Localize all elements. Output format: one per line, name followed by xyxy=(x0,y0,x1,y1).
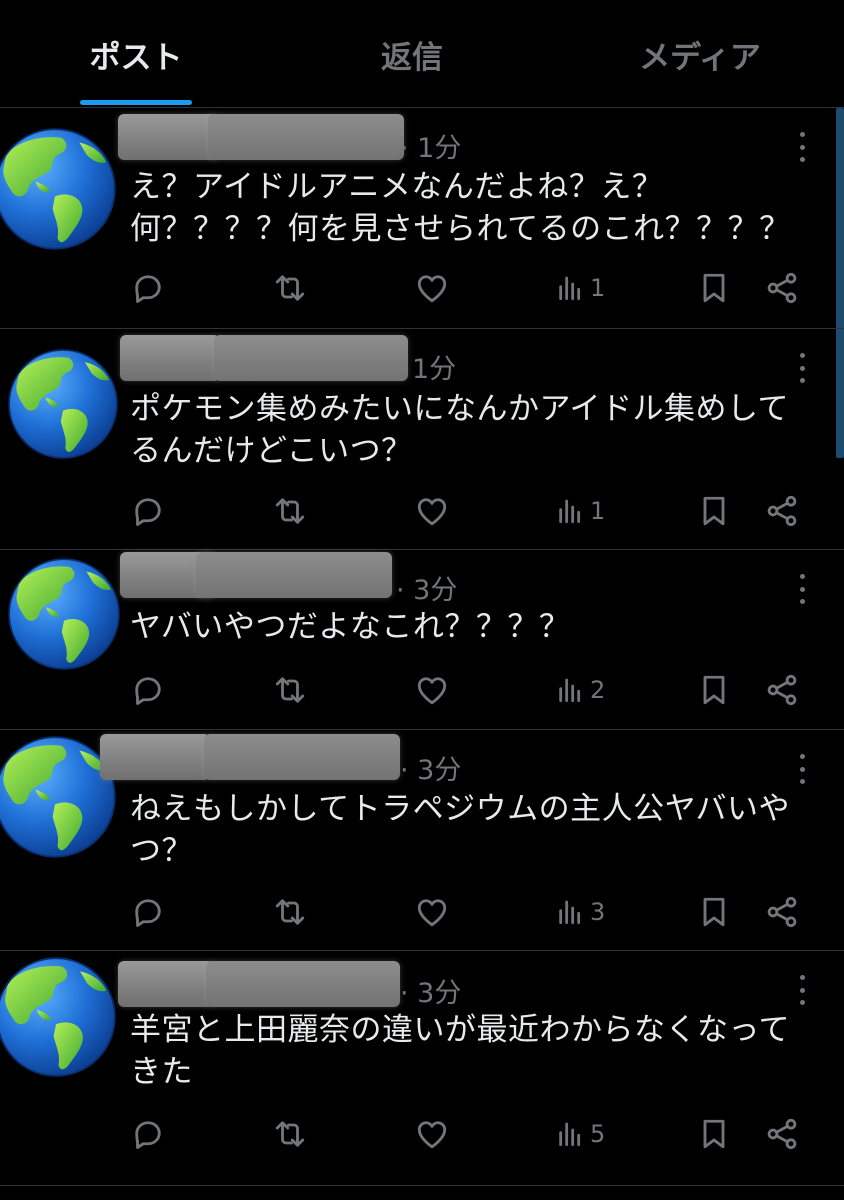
views-count: 1 xyxy=(590,497,606,525)
redacted-username xyxy=(196,552,392,598)
active-tab-indicator xyxy=(80,100,192,105)
reply-icon[interactable] xyxy=(130,892,166,932)
post-actions: 3 xyxy=(0,892,844,932)
heart-icon[interactable] xyxy=(414,892,450,932)
tab-posts-label: ポスト xyxy=(89,39,183,76)
views-count: 1 xyxy=(590,274,606,302)
avatar-globe-icon[interactable] xyxy=(0,736,116,858)
repost-icon[interactable] xyxy=(272,670,308,710)
more-icon[interactable] xyxy=(796,574,808,604)
post-text: 羊宮と上田麗奈の違いが最近わからなくなって きた xyxy=(130,1012,790,1090)
post-actions: 1 xyxy=(0,268,844,308)
post-timestamp[interactable]: 1分 xyxy=(412,347,456,386)
redacted-display-name xyxy=(100,734,210,780)
analytics-icon xyxy=(554,674,586,706)
reply-icon[interactable] xyxy=(130,670,166,710)
post-timestamp[interactable]: · 3分 xyxy=(400,971,461,1010)
avatar-globe-icon[interactable] xyxy=(8,349,118,459)
bookmark-icon[interactable] xyxy=(696,491,732,531)
repost-icon[interactable] xyxy=(272,268,308,308)
avatar-globe-icon[interactable] xyxy=(8,558,120,670)
redacted-username xyxy=(214,335,408,381)
post-text: ねえもしかしてトラペジウムの主人公ヤバいや つ？ xyxy=(130,791,790,869)
post-timestamp[interactable]: · 3分 xyxy=(400,748,461,787)
more-icon[interactable] xyxy=(796,132,808,162)
heart-icon[interactable] xyxy=(414,491,450,531)
views-count: 2 xyxy=(590,676,606,704)
more-icon[interactable] xyxy=(796,975,808,1005)
post-actions: 5 xyxy=(0,1114,844,1154)
analytics-icon xyxy=(554,495,586,527)
share-icon[interactable] xyxy=(764,670,800,710)
share-icon[interactable] xyxy=(764,1114,800,1154)
post-timestamp[interactable]: · 1分 xyxy=(400,126,461,165)
share-icon[interactable] xyxy=(764,892,800,932)
redacted-display-name xyxy=(120,335,220,381)
post-actions: 1 xyxy=(0,491,844,531)
views-button[interactable]: 1 xyxy=(554,268,605,308)
redacted-display-name xyxy=(118,114,218,160)
heart-icon[interactable] xyxy=(414,1114,450,1154)
profile-tabs: ポスト 返信 メディア xyxy=(0,0,844,108)
bookmark-icon[interactable] xyxy=(696,1114,732,1154)
repost-icon[interactable] xyxy=(272,892,308,932)
tab-media[interactable]: メディア xyxy=(600,0,800,108)
post-card[interactable]: · 3分 ねえもしかしてトラペジウムの主人公ヤバいや つ？ 3 xyxy=(0,730,844,951)
heart-icon[interactable] xyxy=(414,670,450,710)
views-button[interactable]: 2 xyxy=(554,670,605,710)
reply-icon[interactable] xyxy=(130,491,166,531)
post-text: ヤバいやつだよなこれ？？？？ xyxy=(130,609,571,645)
reply-icon[interactable] xyxy=(130,268,166,308)
redacted-username xyxy=(204,734,400,780)
share-icon[interactable] xyxy=(764,268,800,308)
redacted-username xyxy=(206,961,400,1007)
post-actions: 2 xyxy=(0,670,844,710)
post-card[interactable]: · 3分 ヤバいやつだよなこれ？？？？ 2 xyxy=(0,550,844,730)
post-timestamp[interactable]: · 3分 xyxy=(396,568,457,607)
redacted-display-name xyxy=(118,961,214,1007)
repost-icon[interactable] xyxy=(272,1114,308,1154)
bookmark-icon[interactable] xyxy=(696,670,732,710)
views-count: 5 xyxy=(590,1120,606,1148)
tab-media-label: メディア xyxy=(639,39,761,76)
views-button[interactable]: 3 xyxy=(554,892,605,932)
analytics-icon xyxy=(554,272,586,304)
tab-posts[interactable]: ポスト xyxy=(40,0,232,108)
post-card[interactable]: · 1分 え？アイドルアニメなんだよね？え？ 何？？？？何を見させられてるのこれ… xyxy=(0,108,844,329)
post-text: え？アイドルアニメなんだよね？え？ 何？？？？何を見させられてるのこれ？？？？ xyxy=(130,169,791,247)
tab-replies-label: 返信 xyxy=(381,39,443,76)
post-card[interactable]: · 3分 羊宮と上田麗奈の違いが最近わからなくなって きた 5 xyxy=(0,951,844,1186)
avatar-globe-icon[interactable] xyxy=(0,957,116,1077)
views-button[interactable]: 1 xyxy=(554,491,605,531)
avatar-globe-icon[interactable] xyxy=(0,128,116,250)
bookmark-icon[interactable] xyxy=(696,892,732,932)
share-icon[interactable] xyxy=(764,491,800,531)
views-count: 3 xyxy=(590,898,606,926)
analytics-icon xyxy=(554,896,586,928)
reply-icon[interactable] xyxy=(130,1114,166,1154)
tab-replies[interactable]: 返信 xyxy=(316,0,508,108)
analytics-icon xyxy=(554,1118,586,1150)
heart-icon[interactable] xyxy=(414,268,450,308)
bookmark-icon[interactable] xyxy=(696,268,732,308)
post-card[interactable]: 1分 ポケモン集めみたいになんかアイドル集めして るんだけどこいつ？ 1 xyxy=(0,329,844,550)
more-icon[interactable] xyxy=(796,353,808,383)
more-icon[interactable] xyxy=(796,754,808,784)
post-text: ポケモン集めみたいになんかアイドル集めして るんだけどこいつ？ xyxy=(130,391,790,469)
repost-icon[interactable] xyxy=(272,491,308,531)
views-button[interactable]: 5 xyxy=(554,1114,605,1154)
redacted-username xyxy=(208,114,404,160)
